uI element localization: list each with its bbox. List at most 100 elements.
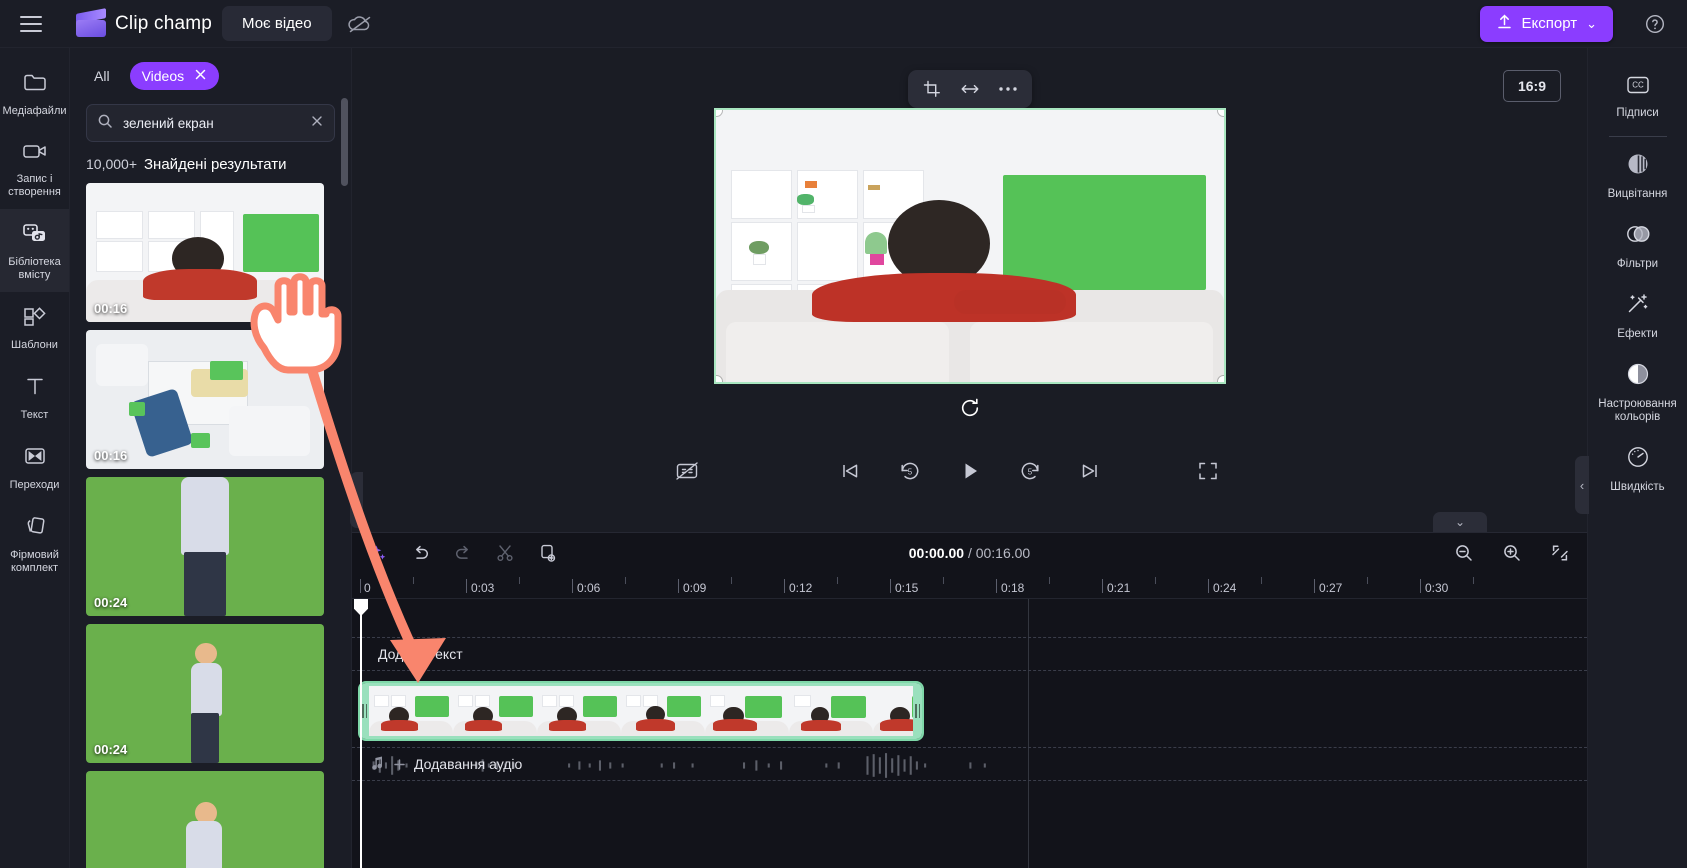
svg-text:CC: CC: [1632, 81, 1644, 90]
prop-item-label: Швидкість: [1610, 481, 1665, 493]
timeline-ruler[interactable]: 0 0:03 0:06 0:09 0:12 0:15 0:18 0:21 0:2…: [352, 573, 1587, 599]
audio-track[interactable]: Додавання аудіо: [352, 747, 1587, 781]
prop-item-speed[interactable]: Швидкість: [1588, 432, 1687, 502]
forward-5-button[interactable]: 5: [1013, 454, 1047, 488]
ruler-label: 0: [364, 581, 371, 595]
timeline-toolbar: 00:00.00 / 00:16.00: [352, 533, 1587, 573]
sidebar-item-record-create[interactable]: Запис і створення: [0, 128, 69, 209]
sidebar-item-media[interactable]: Медіафайли: [0, 58, 69, 128]
flip-button[interactable]: [952, 74, 988, 104]
ruler-label: 0:21: [1107, 581, 1131, 595]
skip-to-end-button[interactable]: [1073, 454, 1107, 488]
clip-frame: [537, 686, 621, 736]
resize-handle-br[interactable]: [1217, 376, 1224, 382]
help-icon[interactable]: [1637, 6, 1673, 42]
playhead[interactable]: [354, 599, 368, 868]
sidebar-item-label: Шаблони: [11, 339, 58, 351]
fit-to-screen-button[interactable]: [1547, 540, 1573, 566]
text-track[interactable]: plus-icon Додати текст: [352, 637, 1587, 671]
brand-kit-icon: [22, 514, 48, 543]
captions-off-button[interactable]: [670, 454, 704, 488]
prop-item-label: Настроювання кольорів: [1598, 398, 1677, 423]
chevron-down-icon: ⌄: [1586, 15, 1597, 31]
prop-item-filters[interactable]: Фільтри: [1588, 209, 1687, 279]
close-icon[interactable]: [194, 68, 207, 84]
rotate-icon[interactable]: [958, 396, 982, 420]
search-clear-icon[interactable]: [310, 114, 324, 133]
sidebar-item-label: Фірмовий комплект: [10, 549, 59, 574]
split-button[interactable]: [492, 540, 518, 566]
search-input[interactable]: зелений екран: [123, 116, 300, 131]
play-button[interactable]: [953, 454, 987, 488]
sidebar-item-brand-kit[interactable]: Фірмовий комплект: [0, 502, 69, 585]
app-body: Медіафайли Запис і створення Бібліотека …: [0, 48, 1687, 868]
upload-icon: [1496, 13, 1513, 34]
more-options-button[interactable]: [990, 74, 1026, 104]
search-row: зелений екран: [70, 100, 351, 152]
preview-collapse-button[interactable]: ⌄: [1433, 512, 1487, 532]
clip-frame: [369, 686, 453, 736]
list-item[interactable]: 00:24: [86, 477, 324, 616]
fade-icon: [1625, 151, 1651, 182]
search-results-list: 00:16 00:16 00:24 00:24: [70, 183, 351, 868]
prop-item-color-adjust[interactable]: Настроювання кольорів: [1588, 349, 1687, 432]
panel-scrollbar[interactable]: [341, 98, 348, 186]
prop-item-label: Підписи: [1616, 107, 1659, 119]
thumbnail-duration: 00:24: [94, 742, 128, 757]
content-library-panel: All Videos зелений екран 10,000+ Знайден…: [70, 48, 363, 868]
hamburger-icon[interactable]: [14, 7, 48, 41]
prop-item-effects[interactable]: Ефекти: [1588, 279, 1687, 349]
prop-item-fade[interactable]: Вицвітання: [1588, 139, 1687, 209]
timeline-clip[interactable]: [358, 681, 924, 741]
thumbnail-duration: 00:16: [94, 301, 128, 316]
ruler-label: 0:09: [683, 581, 707, 595]
crop-button[interactable]: [914, 74, 950, 104]
video-preview[interactable]: [713, 108, 1226, 384]
clip-trim-handle-right[interactable]: [913, 683, 922, 739]
audio-waveform: [372, 753, 986, 778]
undo-button[interactable]: [408, 540, 434, 566]
prop-item-captions[interactable]: CC Підписи: [1588, 62, 1687, 128]
music-note-icon: [370, 755, 385, 773]
content-library-icon: [21, 221, 49, 250]
filter-chip-all[interactable]: All: [88, 64, 116, 88]
preview-stage: 16:9 5 5 ⌄: [352, 48, 1587, 532]
clip-frame: [873, 686, 913, 736]
duplicate-button[interactable]: [534, 540, 560, 566]
export-button[interactable]: Експорт ⌄: [1479, 5, 1613, 42]
zoom-in-button[interactable]: [1499, 540, 1525, 566]
player-controls: 5 5: [352, 448, 1587, 494]
redo-button[interactable]: [450, 540, 476, 566]
filter-chip-videos[interactable]: Videos: [129, 62, 220, 90]
video-camera-icon: [21, 140, 49, 167]
magic-wand-icon[interactable]: [366, 540, 392, 566]
panel-collapse-button[interactable]: ‹: [350, 472, 363, 528]
zoom-out-button[interactable]: [1451, 540, 1477, 566]
project-tab[interactable]: Моє відео: [222, 6, 332, 41]
sidebar-item-transitions[interactable]: Переходи: [0, 432, 69, 502]
search-box[interactable]: зелений екран: [86, 104, 335, 142]
captions-cc-icon: CC: [1624, 74, 1652, 101]
sidebar-item-label: Переходи: [9, 479, 60, 491]
fullscreen-button[interactable]: [1191, 454, 1225, 488]
thumbnail-image: [86, 771, 324, 868]
sidebar-item-text[interactable]: Текст: [0, 362, 69, 432]
sidebar-item-templates[interactable]: Шаблони: [0, 292, 69, 362]
list-item[interactable]: 00:16: [86, 183, 324, 322]
svg-text:5: 5: [1027, 467, 1032, 476]
list-item[interactable]: 00:24: [86, 624, 324, 763]
skip-to-start-button[interactable]: [833, 454, 867, 488]
prop-item-label: Вицвітання: [1607, 188, 1668, 200]
rewind-5-button[interactable]: 5: [893, 454, 927, 488]
sidebar-item-content-library[interactable]: Бібліотека вмісту: [0, 209, 69, 292]
current-time: 00:00.00: [908, 545, 965, 561]
list-item[interactable]: [86, 771, 324, 868]
timecode-display: 00:00.00 / 00:16.00: [909, 545, 1030, 561]
clip-frame: [621, 686, 705, 736]
templates-icon: [22, 304, 48, 333]
list-item[interactable]: 00:16: [86, 330, 324, 469]
aspect-ratio-badge[interactable]: 16:9: [1502, 70, 1561, 102]
cloud-offline-icon[interactable]: [342, 6, 378, 42]
clip-frame: [705, 686, 789, 736]
properties-collapse-button[interactable]: ‹: [1575, 456, 1589, 514]
